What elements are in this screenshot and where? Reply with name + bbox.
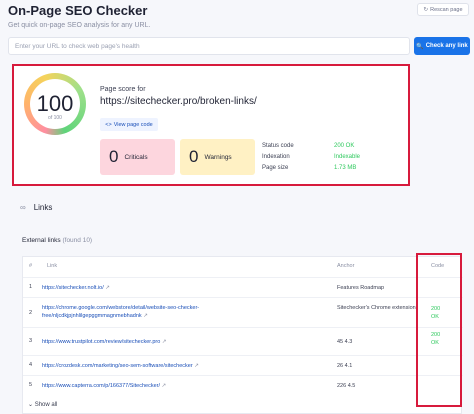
stat-indexation: Indexation Indexable	[262, 154, 402, 165]
external-links-title: External links	[22, 237, 61, 244]
row-anchor: 226 4.5	[337, 383, 356, 389]
rescan-label: Rescan page	[430, 6, 463, 13]
stat-label: Status code	[262, 143, 294, 149]
score-for-label: Page score for	[100, 86, 146, 93]
row-anchor: 26 4.1	[337, 363, 353, 369]
link-icon: ∞	[20, 203, 26, 212]
row-anchor: 45 4.3	[337, 339, 353, 345]
stat-status-code: Status code 200 OK	[262, 143, 402, 154]
row-anchor: Features Roadmap	[337, 285, 385, 291]
page-stats: Status code 200 OK Indexation Indexable …	[262, 143, 402, 176]
show-all-button[interactable]: ⌄ Show all	[28, 401, 57, 408]
stat-value: 1.73 MB	[334, 165, 357, 171]
row-link[interactable]: https://chrome.google.com/webstore/detai…	[42, 304, 297, 320]
warnings-count: 0	[189, 147, 199, 166]
external-links-table: # Link Anchor Code 1 https://sitechecker…	[22, 256, 463, 414]
stat-label: Indexation	[262, 154, 290, 160]
show-all-label: Show all	[34, 402, 58, 408]
table-row: 4 https://crozdesk.com/marketing/seo-sem…	[23, 355, 463, 375]
row-num: 2	[29, 310, 33, 316]
links-section-title: Links	[33, 203, 53, 212]
score-card: 100 of 100 Page score for https://sitech…	[12, 64, 410, 186]
row-link-text: https://crozdesk.com/marketing/seo-sem-s…	[42, 363, 193, 369]
column-header-anchor: Anchor	[337, 263, 355, 269]
stat-label: Page size	[262, 165, 289, 171]
score-of-label: of 100	[48, 115, 62, 121]
table-row: 2 https://chrome.google.com/webstore/det…	[23, 297, 463, 327]
row-link[interactable]: https://www.capterra.com/p/166377/Sitech…	[42, 382, 297, 390]
criticals-count: 0	[109, 147, 119, 166]
row-num: 4	[29, 362, 33, 368]
external-link-icon: ↗	[161, 339, 167, 345]
external-link-icon: ↗	[161, 383, 167, 389]
score-gauge: 100 of 100	[24, 73, 86, 135]
row-link[interactable]: https://crozdesk.com/marketing/seo-sem-s…	[42, 362, 297, 370]
page-subtitle: Get quick on-page SEO analysis for any U…	[8, 22, 151, 29]
row-num: 3	[29, 338, 33, 344]
row-link-text: https://sitechecker.nolt.io/	[42, 285, 104, 291]
row-anchor: Sitechecker's Chrome extension	[337, 305, 416, 311]
external-links-count: (found 10)	[62, 237, 93, 244]
score-url: https://sitechecker.pro/broken-links/	[100, 96, 257, 107]
row-num: 1	[29, 284, 33, 290]
view-code-label: View page code	[113, 121, 153, 128]
links-section-header: ∞ Links	[20, 203, 52, 212]
row-link[interactable]: https://www.trustpilot.com/review/sitech…	[42, 338, 297, 346]
criticals-label: Criticals	[124, 153, 148, 161]
stat-value: 200 OK	[334, 143, 355, 149]
row-link-text: https://www.capterra.com/p/166377/Sitech…	[42, 383, 161, 389]
external-link-icon: ↗	[105, 285, 110, 291]
check-link-label: Check any link	[425, 43, 468, 49]
row-link-text: https://www.trustpilot.com/review/sitech…	[42, 339, 161, 345]
check-link-button[interactable]: 🔍 Check any link	[414, 37, 470, 55]
view-page-code-button[interactable]: <> View page code	[100, 118, 158, 131]
stat-value: Indexable	[334, 154, 361, 160]
column-header-link: Link	[47, 263, 58, 269]
stat-page-size: Page size 1.73 MB	[262, 165, 402, 176]
chevron-down-icon: ⌄	[28, 402, 34, 408]
code-icon: <>	[105, 121, 112, 128]
table-row: 5 https://www.capterra.com/p/166377/Site…	[23, 375, 463, 395]
external-links-label: External links (found 10)	[22, 237, 92, 244]
table-row: 3 https://www.trustpilot.com/review/site…	[23, 327, 463, 355]
code-column-highlight	[416, 253, 462, 407]
column-header-num: #	[29, 263, 33, 269]
page-title: On-Page SEO Checker	[8, 3, 148, 18]
search-icon: 🔍	[416, 43, 424, 50]
page-header: On-Page SEO Checker Get quick on-page SE…	[8, 3, 150, 29]
refresh-icon: ↻	[423, 6, 429, 13]
url-input[interactable]: Enter your URL to check web page's healt…	[8, 37, 410, 55]
warnings-tile[interactable]: 0 Warnings	[180, 139, 255, 175]
row-link-text: https://chrome.google.com/webstore/detai…	[42, 305, 200, 319]
score-value: 100	[36, 91, 74, 116]
table-row: 1 https://sitechecker.nolt.io/ ↗ Feature…	[23, 277, 463, 297]
url-input-placeholder: Enter your URL to check web page's healt…	[15, 42, 140, 50]
warnings-label: Warnings	[204, 153, 232, 161]
criticals-tile[interactable]: 0 Criticals	[100, 139, 175, 175]
row-num: 5	[29, 382, 33, 388]
external-link-icon: ↗	[194, 363, 199, 369]
rescan-button[interactable]: ↻ Rescan page	[417, 3, 469, 16]
row-link[interactable]: https://sitechecker.nolt.io/ ↗	[42, 284, 297, 292]
external-link-icon: ↗	[143, 313, 148, 319]
